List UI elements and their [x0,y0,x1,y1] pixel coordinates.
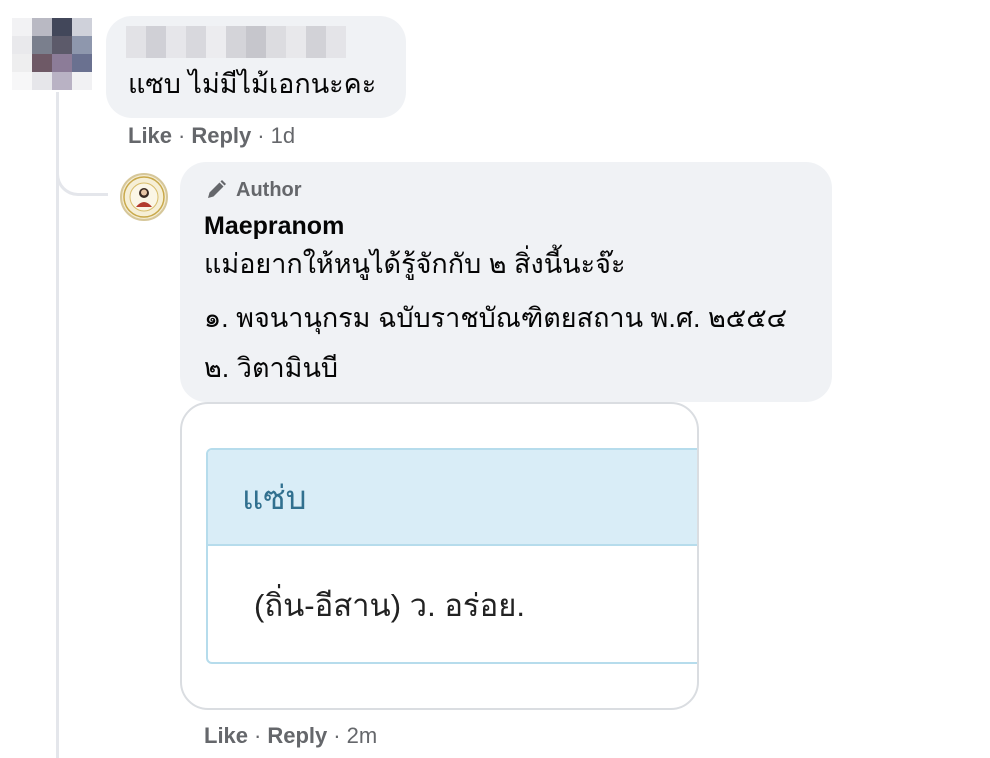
reply-button[interactable]: Reply [191,123,251,148]
reply-bubble: Author Maepranom แม่อยากให้หนูได้รู้จักก… [180,162,832,402]
author-name[interactable]: Maepranom [204,212,344,241]
dictionary-entry: แซ่บ (ถิ่น-อีสาน) ว. อร่อย. [206,448,697,664]
timestamp[interactable]: 1d [271,123,295,148]
pencil-icon [208,180,226,198]
dictionary-definition: (ถิ่น-อีสาน) ว. อร่อย. [254,588,525,623]
thread-line [56,92,59,758]
commenter-name-blurred[interactable] [126,26,346,58]
comment-bubble: แซบ ไม่มีไม้เอกนะคะ [106,16,406,118]
comment-text: แซบ ไม่มีไม้เอกนะคะ [128,69,377,99]
thread-connector [56,150,108,196]
separator: · [257,123,265,148]
reply-actions: Like · Reply · 2m [204,723,377,749]
commenter-avatar[interactable] [12,18,92,90]
author-logo-icon [123,176,165,218]
dictionary-headword: แซ่บ [208,450,697,546]
reply-text-line: ๑. พจนานุกรม ฉบับราชบัณฑิตยสถาน พ.ศ. ๒๕๕… [204,303,788,333]
author-badge-label: Author [236,178,302,201]
author-badge: Author [204,178,302,202]
reply-text-line: ๒. วิตามินบี [204,353,339,383]
attached-image-card[interactable]: แซ่บ (ถิ่น-อีสาน) ว. อร่อย. [180,402,699,710]
separator: · [333,723,341,748]
reply-button[interactable]: Reply [267,723,327,748]
separator: · [178,123,186,148]
reply-text-line: แม่อยากให้หนูได้รู้จักกับ ๒ สิ่งนี้นะจ๊ะ [204,249,626,279]
like-button[interactable]: Like [128,123,172,148]
author-avatar[interactable] [120,173,168,221]
separator: · [254,723,262,748]
like-button[interactable]: Like [204,723,248,748]
comment-actions: Like · Reply · 1d [128,123,295,149]
timestamp[interactable]: 2m [347,723,378,748]
